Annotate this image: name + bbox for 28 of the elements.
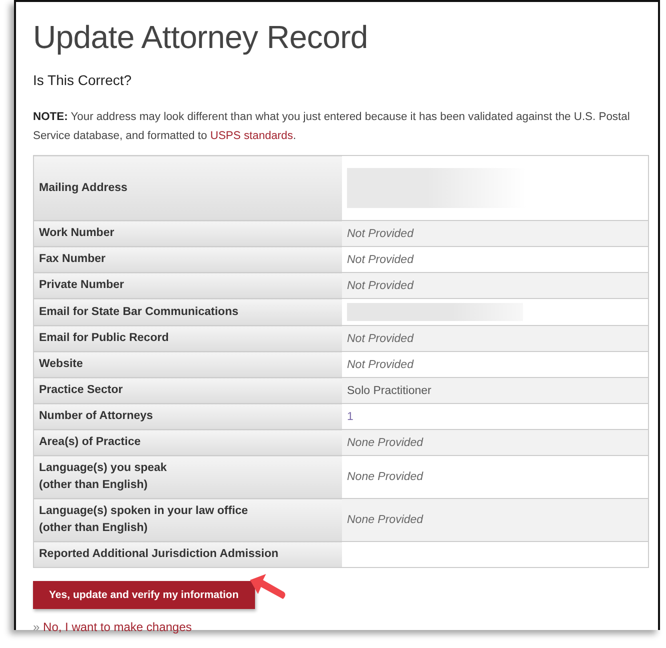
field-label: Language(s) spoken in your law office (other than English) <box>39 505 248 534</box>
field-label: Language(s) you speak (other than English) <box>39 462 167 491</box>
field-label: Website <box>39 358 83 370</box>
value-text: Not Provided <box>347 280 414 292</box>
field-label: Practice Sector <box>39 384 123 396</box>
confirm-button[interactable]: Yes, update and verify my information <box>33 581 255 609</box>
value-text: None Provided <box>347 471 424 483</box>
value-text: Not Provided <box>347 254 414 266</box>
field-label: Area(s) of Practice <box>39 436 141 448</box>
value-text: Not Provided <box>347 358 414 370</box>
value-text: 1 <box>347 410 354 422</box>
value-text: Solo Practitioner <box>347 384 432 396</box>
value-text: Not Provided <box>347 228 414 240</box>
field-label: Number of Attorneys <box>39 410 153 422</box>
field-label: Work Number <box>39 227 114 239</box>
field-label: Reported Additional Jurisdiction Admission <box>39 548 278 560</box>
field-label: Fax Number <box>39 253 106 265</box>
page-title: Update Attorney Record <box>33 18 369 57</box>
field-label: Email for State Bar Communications <box>39 306 238 318</box>
page-subtitle: Is This Correct? <box>33 72 133 88</box>
value-text: Not Provided <box>347 332 414 344</box>
field-label: Mailing Address <box>39 182 128 194</box>
value-text: None Provided <box>347 514 424 526</box>
field-label: Private Number <box>39 279 124 291</box>
note-text: NOTE: Your address may look different than what you just entered because it has been validated against the U.S. Postal Service database, and formatted to USPS standards. <box>33 110 631 144</box>
field-label: Email for Public Record <box>39 332 169 344</box>
value-text: None Provided <box>347 436 424 448</box>
usps-link[interactable]: USPS standards <box>210 130 293 142</box>
